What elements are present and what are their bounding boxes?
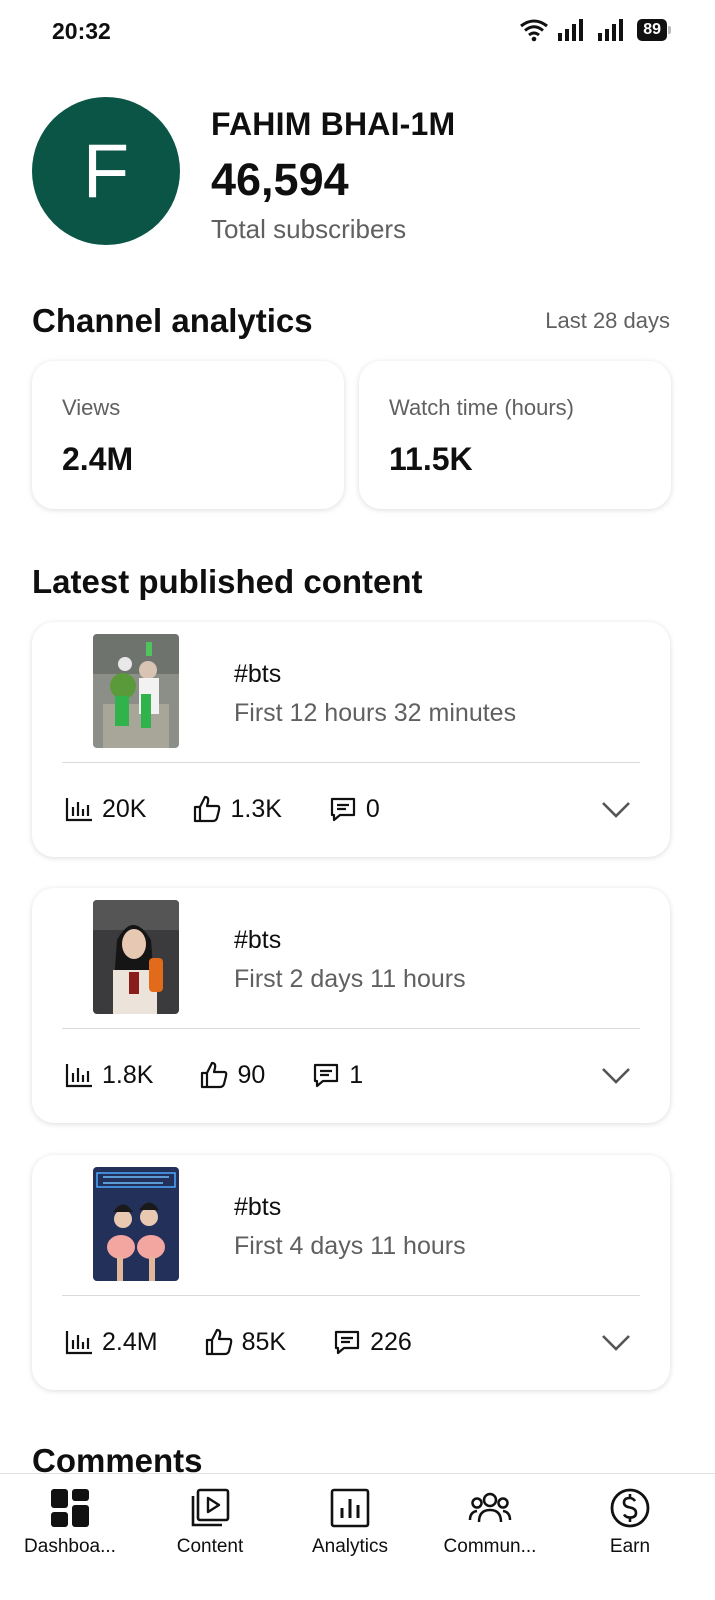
thumbs-up-icon — [201, 1061, 228, 1089]
divider — [62, 762, 640, 763]
content-metrics: 20K 1.3K 0 — [64, 794, 426, 824]
comments-metric: 1 — [311, 1060, 363, 1090]
nav-label: Dashboa... — [24, 1536, 116, 1557]
likes-count: 1.3K — [230, 794, 282, 823]
content-card[interactable]: #bts First 2 days 11 hours 1.8K 90 1 — [32, 888, 670, 1123]
divider — [62, 1028, 640, 1029]
likes-metric: 90 — [199, 1060, 265, 1090]
nav-label: Earn — [609, 1536, 651, 1557]
chevron-down-icon[interactable] — [600, 1331, 632, 1355]
content-title: #bts — [234, 1193, 282, 1221]
subscriber-count: 46,594 — [211, 154, 349, 205]
signal-icon — [558, 19, 584, 41]
content-icon — [191, 1488, 230, 1527]
thumbs-up-icon — [194, 795, 221, 823]
content-subtitle: First 12 hours 32 minutes — [234, 699, 517, 727]
nav-community[interactable]: Commun... — [420, 1486, 560, 1558]
video-thumbnail[interactable] — [93, 900, 179, 1014]
nav-analytics[interactable]: Analytics — [280, 1486, 420, 1558]
channel-name: FAHIM BHAI-1M — [211, 106, 456, 142]
nav-dashboard[interactable]: Dashboa... — [0, 1486, 140, 1558]
views-value: 2.4M — [62, 441, 134, 477]
bar-chart-icon — [65, 1331, 92, 1355]
comments-count: 1 — [349, 1060, 364, 1089]
comments-count: 226 — [370, 1327, 412, 1356]
community-icon — [468, 1492, 512, 1523]
content-card[interactable]: #bts First 4 days 11 hours 2.4M 85K 226 — [32, 1155, 670, 1390]
status-time: 20:32 — [52, 18, 111, 44]
content-metrics: 1.8K 90 1 — [64, 1060, 409, 1090]
nav-earn[interactable]: Earn — [560, 1486, 700, 1558]
likes-metric: 1.3K — [192, 794, 282, 824]
content-card[interactable]: #bts First 12 hours 32 minutes 20K 1.3K … — [32, 622, 670, 857]
thumbs-up-icon — [205, 1328, 232, 1356]
bottom-nav: Dashboa... Content Analytics Commun... E… — [0, 1473, 715, 1600]
comments-metric: 226 — [332, 1327, 412, 1357]
chevron-down-icon[interactable] — [600, 798, 632, 822]
comment-icon — [334, 1330, 360, 1355]
content-subtitle: First 4 days 11 hours — [234, 1232, 466, 1260]
comment-icon — [314, 1063, 339, 1088]
views-label: Views — [62, 395, 121, 420]
battery-indicator: 89 — [637, 19, 671, 41]
bar-chart-icon — [65, 1064, 92, 1088]
signal-icon-2 — [598, 19, 624, 41]
comment-icon — [330, 797, 356, 822]
content-subtitle: First 2 days 11 hours — [234, 965, 466, 993]
content-title: #bts — [234, 926, 282, 954]
views-count: 2.4M — [102, 1327, 158, 1356]
likes-count: 90 — [237, 1060, 266, 1089]
bar-chart-icon — [65, 798, 92, 822]
views-metric: 2.4M — [64, 1327, 158, 1357]
likes-count: 85K — [241, 1327, 287, 1356]
analytics-range: Last 28 days — [545, 308, 670, 333]
views-metric: 20K — [64, 794, 146, 824]
video-thumbnail[interactable] — [93, 1167, 179, 1281]
latest-content-title: Latest published content — [32, 563, 423, 600]
watch-time-label: Watch time (hours) — [389, 395, 575, 420]
chevron-down-icon[interactable] — [600, 1064, 632, 1088]
wifi-icon — [520, 19, 549, 42]
nav-label: Commun... — [443, 1536, 537, 1557]
watch-time-value: 11.5K — [389, 441, 473, 477]
earn-icon — [610, 1488, 650, 1528]
views-card[interactable]: Views 2.4M — [32, 361, 344, 509]
views-count: 1.8K — [102, 1060, 154, 1089]
likes-metric: 85K — [204, 1327, 286, 1357]
status-icons: 89 — [519, 18, 671, 42]
video-thumbnail[interactable] — [93, 634, 179, 748]
watch-time-card[interactable]: Watch time (hours) 11.5K — [359, 361, 671, 509]
content-metrics: 2.4M 85K 226 — [64, 1327, 458, 1357]
dashboard-icon — [51, 1489, 89, 1527]
content-title: #bts — [234, 660, 282, 688]
nav-label: Analytics — [311, 1536, 389, 1557]
comments-count: 0 — [365, 794, 380, 823]
divider — [62, 1295, 640, 1296]
comments-metric: 0 — [328, 794, 380, 824]
nav-label: Content — [176, 1536, 244, 1557]
channel-avatar[interactable]: F — [32, 97, 180, 245]
analytics-icon — [330, 1488, 370, 1528]
analytics-title: Channel analytics — [32, 302, 313, 339]
status-bar: 20:32 89 — [0, 0, 715, 62]
subscriber-label: Total subscribers — [211, 214, 407, 244]
views-count: 20K — [102, 794, 147, 823]
views-metric: 1.8K — [64, 1060, 153, 1090]
nav-content[interactable]: Content — [140, 1486, 280, 1558]
